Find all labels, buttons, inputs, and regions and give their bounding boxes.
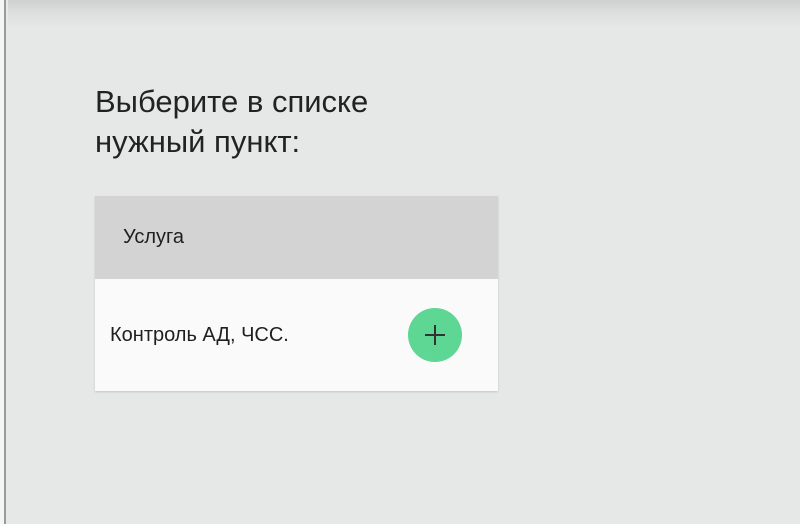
prompt-line-1: Выберите в списке [95, 84, 369, 119]
column-header-service: Услуга [123, 226, 185, 248]
page-title: Выберите в списке нужный пункт: [95, 82, 515, 162]
top-bar-shadow [8, 0, 800, 28]
left-panel-edge [0, 0, 6, 524]
page: Выберите в списке нужный пункт: Услуга К… [0, 0, 800, 524]
plus-icon [425, 325, 445, 345]
service-list: Услуга Контроль АД, ЧСС. [95, 196, 498, 391]
list-item: Контроль АД, ЧСС. [95, 279, 498, 391]
list-header: Услуга [95, 196, 498, 279]
add-item-button[interactable] [408, 308, 462, 362]
list-item-label: Контроль АД, ЧСС. [110, 323, 289, 346]
prompt-line-2: нужный пункт: [95, 124, 301, 159]
